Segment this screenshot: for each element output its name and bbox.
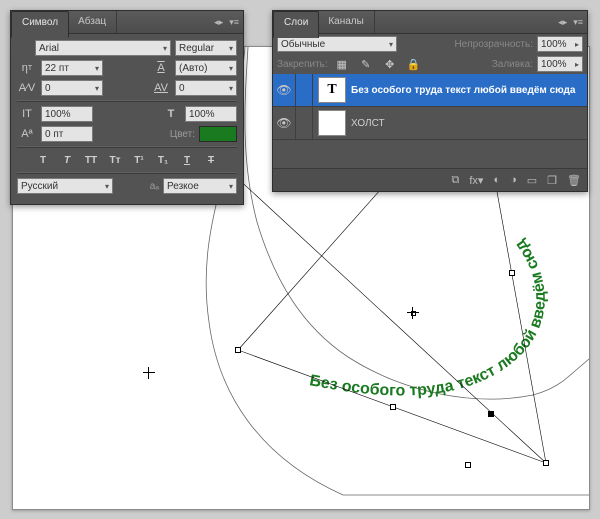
tab-channels[interactable]: Каналы bbox=[318, 11, 375, 33]
new-layer-icon[interactable]: ❐ bbox=[547, 174, 557, 187]
layer-group-icon[interactable]: ▭ bbox=[527, 174, 537, 187]
tab-paragraph[interactable]: Абзац bbox=[68, 11, 117, 33]
transform-handle[interactable] bbox=[465, 462, 471, 468]
lock-label: Закрепить: bbox=[277, 59, 328, 70]
font-style-select[interactable]: Regular▾ bbox=[175, 40, 237, 56]
fill-input[interactable]: 100%▸ bbox=[537, 56, 583, 72]
baseline-icon: Aª bbox=[17, 126, 37, 142]
tracking-icon: AV bbox=[151, 80, 171, 96]
menu-icon[interactable]: ▾≡ bbox=[229, 17, 239, 28]
kerning-icon: A⁄V bbox=[17, 80, 37, 96]
color-label: Цвет: bbox=[170, 129, 195, 140]
layer-thumbnail[interactable] bbox=[318, 110, 346, 136]
adjustment-layer-icon[interactable]: ◑ bbox=[510, 174, 517, 186]
kerning-select[interactable]: 0▾ bbox=[41, 80, 103, 96]
antialias-icon: aₐ bbox=[150, 181, 159, 192]
leading-select[interactable]: (Авто)▾ bbox=[175, 60, 237, 76]
layers-panel: Слои Каналы ◂▸ ▾≡ Обычные▾ Непрозрачност… bbox=[272, 10, 588, 192]
path-start-marker bbox=[143, 367, 155, 379]
layer-row[interactable]: 👁 ХОЛСТ bbox=[273, 107, 587, 140]
leading-icon: A bbox=[151, 60, 171, 76]
layers-footer: ⧉ fx▾ ◐ ◑ ▭ ❐ 🗑 bbox=[273, 168, 587, 191]
layer-thumbnail[interactable]: T bbox=[318, 77, 346, 103]
layer-row[interactable]: 👁 T Без особого труда текст любой введём… bbox=[273, 74, 587, 107]
lock-transparent-icon[interactable]: ▦ bbox=[332, 56, 352, 72]
tab-symbol[interactable]: Символ bbox=[11, 11, 69, 38]
panel-header[interactable]: Символ Абзац ◂▸ ▾≡ bbox=[11, 11, 243, 34]
lock-paint-icon[interactable]: ✎ bbox=[356, 56, 376, 72]
font-size-icon: ηT bbox=[17, 60, 37, 76]
layer-list: 👁 T Без особого труда текст любой введём… bbox=[273, 74, 587, 168]
font-size-select[interactable]: 22 пт▾ bbox=[41, 60, 103, 76]
baseline-input[interactable]: 0 пт bbox=[41, 126, 93, 142]
tab-layers[interactable]: Слои bbox=[273, 11, 319, 38]
bold-button[interactable]: T bbox=[34, 152, 52, 168]
transform-handle[interactable] bbox=[509, 270, 515, 276]
superscript-button[interactable]: T¹ bbox=[130, 152, 148, 168]
strike-button[interactable]: T bbox=[202, 152, 220, 168]
center-marker bbox=[407, 307, 419, 319]
link-layers-icon[interactable]: ⧉ bbox=[452, 174, 460, 187]
underline-button[interactable]: T bbox=[178, 152, 196, 168]
vscale-icon: IT bbox=[17, 106, 37, 122]
blend-mode-select[interactable]: Обычные▾ bbox=[277, 36, 397, 52]
tracking-select[interactable]: 0▾ bbox=[175, 80, 237, 96]
vscale-input[interactable]: 100% bbox=[41, 106, 93, 122]
menu-icon[interactable]: ▾≡ bbox=[573, 17, 583, 28]
transform-handle[interactable] bbox=[390, 404, 396, 410]
allcaps-button[interactable]: TT bbox=[82, 152, 100, 168]
layer-name[interactable]: Без особого труда текст любой введём сюд… bbox=[351, 85, 587, 96]
delete-layer-icon[interactable]: 🗑 bbox=[567, 174, 581, 187]
layer-name[interactable]: ХОЛСТ bbox=[351, 118, 587, 129]
hscale-input[interactable]: 100% bbox=[185, 106, 237, 122]
panel-header[interactable]: Слои Каналы ◂▸ ▾≡ bbox=[273, 11, 587, 34]
lock-all-icon[interactable]: 🔒 bbox=[404, 56, 424, 72]
opacity-input[interactable]: 100%▸ bbox=[537, 36, 583, 52]
collapse-icon[interactable]: ◂▸ bbox=[558, 17, 567, 28]
antialias-select[interactable]: Резкое▾ bbox=[163, 178, 237, 194]
color-swatch[interactable] bbox=[199, 126, 237, 142]
visibility-icon[interactable]: 👁 bbox=[273, 74, 296, 106]
visibility-icon[interactable]: 👁 bbox=[273, 107, 296, 139]
smallcaps-button[interactable]: Tᴛ bbox=[106, 152, 124, 168]
layer-fx-icon[interactable]: fx▾ bbox=[469, 174, 483, 187]
language-select[interactable]: Русский▾ bbox=[17, 178, 113, 194]
font-family-select[interactable]: Arial▾ bbox=[35, 40, 171, 56]
opacity-label: Непрозрачность: bbox=[454, 39, 533, 50]
fill-label: Заливка: bbox=[492, 59, 533, 70]
transform-handle[interactable] bbox=[235, 347, 241, 353]
italic-button[interactable]: T bbox=[58, 152, 76, 168]
collapse-icon[interactable]: ◂▸ bbox=[214, 17, 223, 28]
lock-move-icon[interactable]: ✥ bbox=[380, 56, 400, 72]
layer-mask-icon[interactable]: ◐ bbox=[493, 174, 500, 186]
transform-handle[interactable] bbox=[488, 411, 494, 417]
character-panel: Символ Абзац ◂▸ ▾≡ Arial▾ Regular▾ ηT 22… bbox=[10, 10, 244, 205]
transform-handle[interactable] bbox=[543, 460, 549, 466]
hscale-icon: T bbox=[161, 106, 181, 122]
subscript-button[interactable]: T₁ bbox=[154, 152, 172, 168]
